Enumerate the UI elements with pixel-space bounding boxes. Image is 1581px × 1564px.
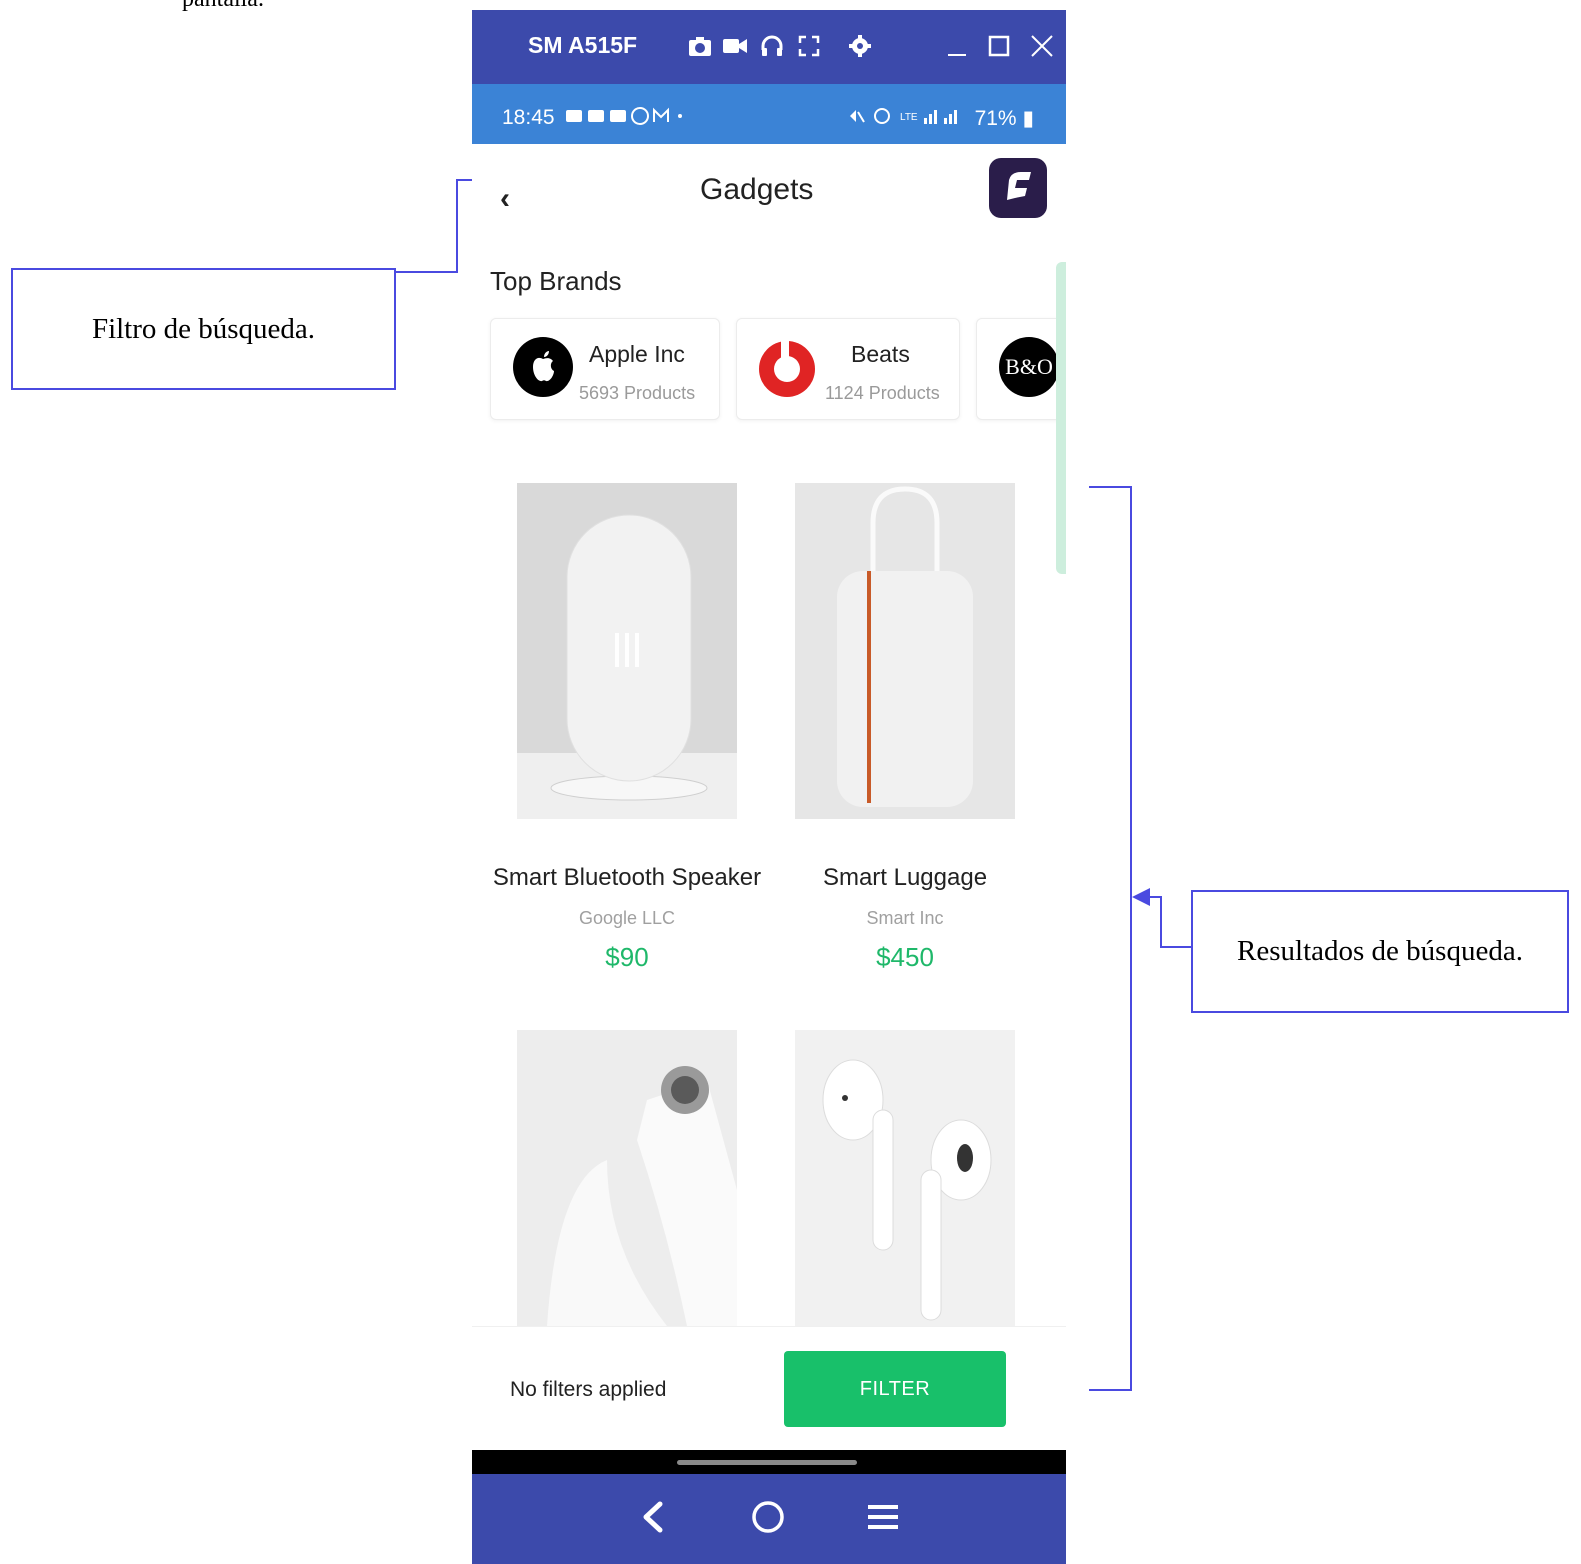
- system-status-icons: LTE: [848, 106, 968, 132]
- scrollbar[interactable]: [1056, 262, 1066, 574]
- app-logo-icon: [1007, 172, 1031, 200]
- connector-line: [1160, 946, 1192, 948]
- brand-product-count: 1124 Products: [825, 383, 940, 403]
- callout-results-box: Resultados de búsqueda.: [1191, 890, 1569, 1013]
- brand-product-count: 5693 Products: [579, 383, 696, 403]
- product-name[interactable]: Smart Luggage: [766, 864, 1044, 892]
- brand-card-beats[interactable]: Beats 1124 Products: [736, 318, 960, 420]
- back-button[interactable]: ‹: [500, 182, 510, 216]
- status-bar: 18:45 LTE 71% ▮: [472, 84, 1066, 144]
- beats-logo-icon: [757, 337, 817, 397]
- callout-results-label: Resultados de búsqueda.: [1237, 935, 1523, 967]
- bang-olufsen-logo-icon: B&O: [999, 337, 1059, 397]
- app-logo[interactable]: [989, 158, 1047, 218]
- brand-card-apple[interactable]: Apple Inc 5693 Products: [490, 318, 720, 420]
- nav-home-icon[interactable]: [748, 1492, 788, 1542]
- speaker-image: [517, 483, 737, 819]
- product-price: $90: [605, 942, 649, 972]
- gear-icon[interactable]: [848, 34, 872, 58]
- document-text-fragment: pantalla.: [182, 0, 264, 13]
- product-image-speaker[interactable]: [517, 483, 737, 819]
- gesture-handle[interactable]: [677, 1460, 857, 1465]
- product-image-device[interactable]: [517, 1030, 737, 1326]
- system-navbar: [472, 1474, 1066, 1564]
- maximize-icon[interactable]: [988, 34, 1010, 58]
- minimize-icon[interactable]: [946, 34, 968, 58]
- product-brand: Smart Inc: [866, 908, 944, 928]
- video-icon[interactable]: [722, 34, 748, 58]
- product-price: $450: [876, 942, 934, 972]
- page-title: Gadgets: [700, 173, 814, 206]
- headphones-icon[interactable]: [760, 34, 784, 58]
- apple-glyph: [533, 351, 554, 382]
- bracket-line: [1130, 486, 1132, 1391]
- connector-line: [1160, 896, 1162, 948]
- filter-status-text: No filters applied: [510, 1378, 667, 1401]
- brand-card-bang-olufsen[interactable]: B&O: [976, 318, 1066, 420]
- signal-icons: LTE: [850, 108, 957, 124]
- battery-text: 71%: [974, 107, 1017, 130]
- apple-logo-icon: [513, 337, 573, 397]
- callout-filter-box: Filtro de búsqueda.: [11, 268, 396, 390]
- camera-icon[interactable]: [688, 34, 712, 58]
- status-time: 18:45: [502, 106, 555, 129]
- phone-screen: SM A515F 18:45 LTE 71% ▮ ‹ Gadgets Top B…: [472, 10, 1066, 1564]
- product-name[interactable]: Smart Bluetooth Speaker: [488, 864, 766, 892]
- product-image-luggage[interactable]: [795, 483, 1015, 819]
- nav-menu-icon[interactable]: [866, 1492, 900, 1542]
- nav-back-icon[interactable]: [638, 1492, 668, 1542]
- section-title-top-brands: Top Brands: [490, 266, 622, 296]
- brand-name: Apple Inc: [589, 341, 685, 367]
- beats-glyph: [759, 339, 815, 397]
- battery-level: 71% ▮: [975, 106, 1034, 131]
- brand-name: Beats: [851, 341, 910, 367]
- connector-line: [456, 180, 458, 273]
- notification-icons-glyph: [566, 107, 682, 125]
- beauty-device-image: [517, 1030, 737, 1326]
- device-name: SM A515F: [528, 32, 638, 58]
- connector-line: [396, 271, 458, 273]
- product-image-earbuds[interactable]: [795, 1030, 1015, 1326]
- filter-button[interactable]: FILTER: [784, 1351, 1006, 1427]
- svg-text:LTE: LTE: [900, 112, 918, 123]
- callout-filter-label: Filtro de búsqueda.: [91, 312, 316, 345]
- notification-icons: [564, 106, 684, 132]
- luggage-image: [795, 483, 1015, 819]
- window-titlebar: SM A515F: [472, 10, 1066, 84]
- product-brand: Google LLC: [578, 908, 676, 928]
- fullscreen-icon[interactable]: [798, 34, 820, 58]
- battery-icon: ▮: [1022, 107, 1034, 130]
- earbuds-image: [795, 1030, 1015, 1326]
- bracket-line: [1089, 486, 1132, 488]
- close-icon[interactable]: [1030, 34, 1054, 58]
- bracket-line: [1089, 1389, 1132, 1391]
